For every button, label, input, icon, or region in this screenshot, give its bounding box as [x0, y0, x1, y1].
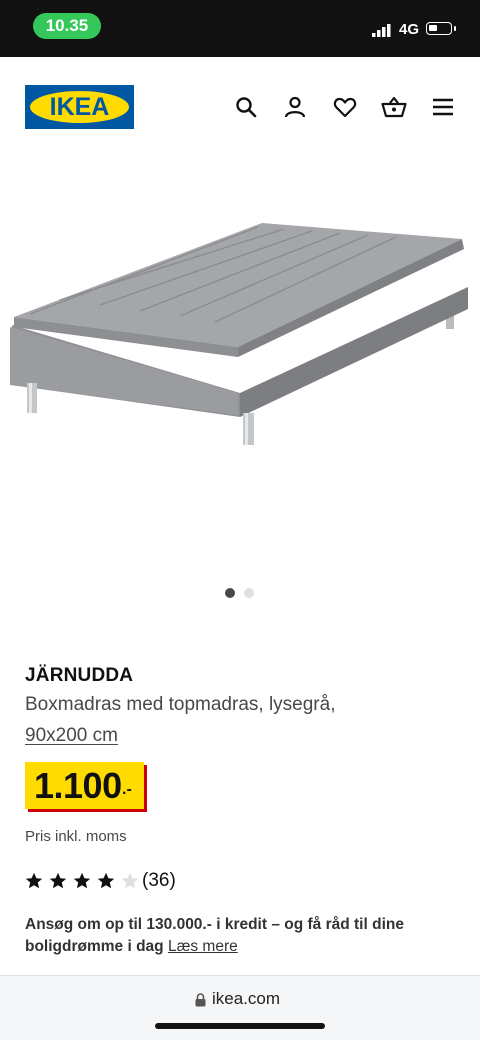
cellular-signal-icon — [372, 24, 391, 37]
search-icon[interactable] — [234, 95, 258, 119]
gallery-dot[interactable] — [225, 588, 235, 598]
star-filled-icon — [49, 872, 67, 889]
status-bar: 10.35 4G — [0, 0, 480, 57]
vat-note: Pris inkl. moms — [25, 828, 127, 845]
battery-cap — [454, 26, 456, 31]
price-tag: 1.100 .- — [25, 762, 144, 809]
credit-banner: Ansøg om op til 130.000.- i kredit – og … — [25, 914, 455, 958]
product-size-link[interactable]: 90x200 cm — [25, 725, 118, 747]
product-name: JÄRNUDDA — [25, 665, 134, 686]
product-description: Boxmadras med topmadras, lysegrå, — [25, 694, 336, 715]
browser-address-bar[interactable]: ikea.com — [0, 975, 480, 1040]
star-filled-icon — [73, 872, 91, 889]
read-more-link[interactable]: Læs mere — [168, 938, 238, 955]
heart-icon[interactable] — [333, 95, 357, 119]
home-indicator[interactable] — [155, 1023, 325, 1029]
star-empty-icon — [121, 872, 139, 889]
network-type: 4G — [399, 21, 420, 38]
battery-icon — [426, 22, 452, 35]
menu-icon[interactable] — [431, 95, 455, 119]
ikea-logo[interactable]: IKEA — [25, 85, 134, 129]
price-value: 1.100 — [34, 765, 122, 806]
star-filled-icon — [97, 872, 115, 889]
price-suffix: .- — [122, 781, 132, 798]
url-text[interactable]: ikea.com — [212, 989, 280, 1009]
product-image[interactable] — [0, 157, 480, 577]
basket-icon[interactable] — [381, 95, 407, 119]
account-icon[interactable] — [283, 95, 307, 119]
review-count[interactable]: (36) — [142, 870, 176, 892]
logo-text: IKEA — [49, 93, 110, 121]
status-time: 10.35 — [33, 13, 101, 39]
lock-icon — [195, 993, 206, 1007]
gallery-dot[interactable] — [244, 588, 254, 598]
star-filled-icon — [25, 872, 43, 889]
site-header: IKEA — [0, 57, 480, 157]
